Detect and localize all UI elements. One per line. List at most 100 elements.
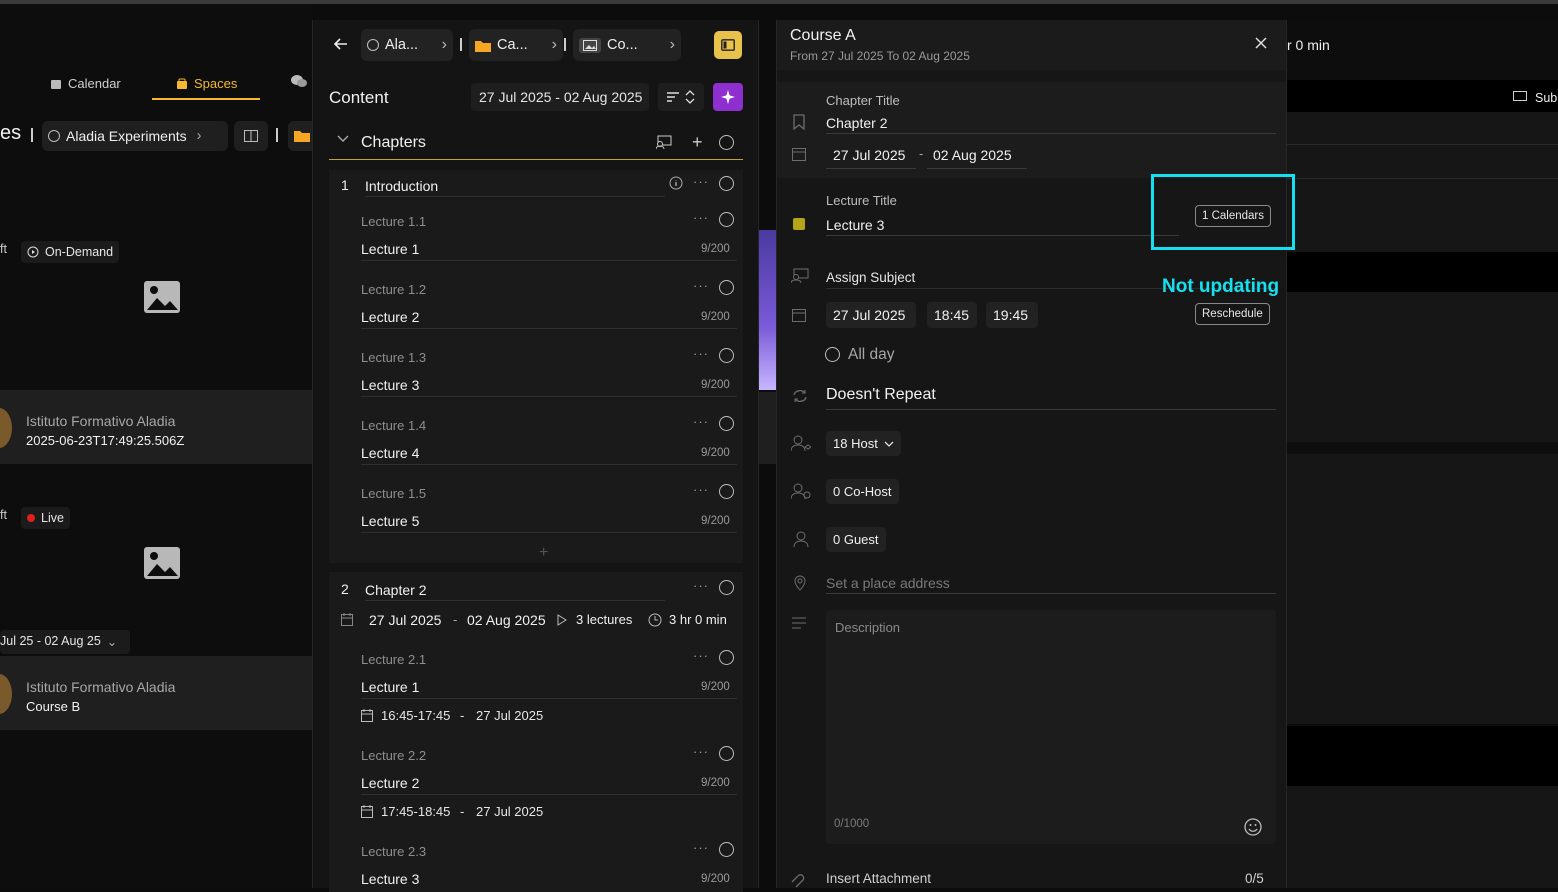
start-time-field[interactable]: 18:45 [927,302,977,328]
select-all-checkbox[interactable] [719,135,734,150]
nav-tab-calendar[interactable]: Calendar [50,76,121,91]
insert-attachment-button[interactable]: Insert Attachment [826,871,931,886]
chevron-down-icon: ⌄ [106,635,118,649]
lecture-item[interactable]: Lecture 1.3 ··· Lecture 3 9/200 [329,344,743,412]
assign-subject-icon[interactable] [656,135,672,149]
lecture-name[interactable]: Lecture 2 [361,309,419,325]
guest-icon [793,531,809,547]
lecture-checkbox[interactable] [719,650,734,665]
tag-prefix: ft [0,242,7,256]
lecture-code: Lecture 2.2 [361,748,427,763]
sort-button[interactable] [658,83,704,111]
ai-magic-button[interactable] [713,83,743,111]
badge-label: On-Demand [45,245,114,259]
more-icon[interactable]: ··· [693,174,709,189]
close-icon[interactable] [1255,37,1267,49]
assign-subject-button[interactable]: Assign Subject [826,270,915,285]
calendar-icon [792,308,806,322]
chapter-start-date[interactable]: 27 Jul 2025 [833,147,905,163]
more-icon[interactable]: ··· [693,648,709,663]
date-range-field[interactable]: 27 Jul 2025 - 02 Aug 2025 [471,83,649,111]
chapter-checkbox[interactable] [719,176,734,191]
lecture-name[interactable]: Lecture 4 [361,445,419,461]
lecture-item[interactable]: Lecture 1.4 ··· Lecture 4 9/200 [329,412,743,480]
more-icon[interactable]: ··· [693,578,709,593]
lecture-item[interactable]: Lecture 2.2 ··· Lecture 2 9/200 17:45-18… [329,742,743,838]
lecture-item[interactable]: Lecture 1.1 ··· Lecture 1 9/200 [329,208,743,276]
list-item[interactable]: Istituto Formativo Aladia 2025-06-23T17:… [0,390,312,464]
lecture-checkbox[interactable] [719,212,734,227]
description-textarea[interactable]: Description 0/1000 [826,610,1276,844]
lecture-checkbox[interactable] [719,348,734,363]
end-time-field[interactable]: 19:45 [986,302,1038,328]
repeat-select[interactable]: Doesn't Repeat [826,386,936,404]
info-icon[interactable] [669,176,683,190]
more-icon[interactable]: ··· [693,840,709,855]
back-button[interactable] [333,36,349,52]
chapter-title-underline [365,600,665,601]
lecture-checkbox[interactable] [719,416,734,431]
lecture-checkbox[interactable] [719,280,734,295]
lecture-time: 17:45-18:45 [381,804,451,819]
add-lecture-icon[interactable]: + [539,544,548,562]
lecture-name[interactable]: Lecture 1 [361,679,419,695]
chapter-checkbox[interactable] [719,580,734,595]
chapter-number: 2 [341,581,349,597]
lecture-checkbox[interactable] [719,484,734,499]
lecture-item[interactable]: Lecture 1.5 ··· Lecture 5 9/200 [329,480,743,548]
divider [361,532,737,533]
toggle-sidebar-button[interactable] [714,31,742,59]
lecture-name[interactable]: Lecture 1 [361,241,419,257]
nav-tab-spaces[interactable]: Spaces [176,76,237,91]
lecture-name[interactable]: Lecture 3 [361,377,419,393]
calendars-button[interactable]: 1 Calendars [1195,205,1272,227]
cohost-count[interactable]: 0 Co-Host [826,479,899,504]
org-name: Istituto Formativo Aladia [26,413,176,429]
chapter-section: 1 Introduction ··· Lecture 1.1 ··· Lectu… [329,170,743,563]
more-icon[interactable]: ··· [693,210,709,225]
reschedule-button[interactable]: Reschedule [1195,303,1270,325]
date-range-select[interactable]: Jul 25 - 02 Aug 25 ⌄ [0,630,130,654]
add-chapter-icon[interactable]: + [692,132,703,153]
more-icon[interactable]: ··· [693,482,709,497]
place-address-input[interactable]: Set a place address [826,575,950,591]
lecture-checkbox[interactable] [719,842,734,857]
more-icon[interactable]: ··· [693,346,709,361]
guest-count[interactable]: 0 Guest [826,527,886,552]
nav-tab-label: Calendar [68,76,121,91]
chat-icon[interactable] [291,74,307,88]
chapter-end-date[interactable]: 02 Aug 2025 [467,612,546,628]
breadcrumb-category[interactable]: Ca... › [469,29,563,61]
input-underline [826,409,1276,410]
breadcrumb-space[interactable]: Aladia Experiments › [42,121,228,151]
chapter-start-date[interactable]: 27 Jul 2025 [369,612,441,628]
chapter-title[interactable]: Introduction [365,178,438,194]
chevron-down-icon[interactable] [337,135,349,143]
breadcrumb-space[interactable]: Ala... › [361,29,453,61]
panel-toggle-button[interactable] [234,121,268,151]
emoji-icon[interactable] [1244,818,1262,836]
lecture-color-swatch[interactable] [793,218,805,230]
host-select[interactable]: 18 Host [826,431,901,456]
chapter-end-date[interactable]: 02 Aug 2025 [933,147,1012,163]
lecture-checkbox[interactable] [719,746,734,761]
breadcrumb-folder[interactable] [288,121,312,151]
breadcrumb-course[interactable]: Co... › [573,29,681,61]
lecture-item[interactable]: Lecture 2.1 ··· Lecture 1 9/200 16:45-17… [329,646,743,742]
chapter-title-input[interactable]: Chapter 2 [826,115,887,131]
more-icon[interactable]: ··· [693,414,709,429]
lecture-name[interactable]: Lecture 5 [361,513,419,529]
all-day-checkbox[interactable] [825,347,840,362]
page-title: es [0,122,22,144]
lecture-title-input[interactable]: Lecture 3 [826,217,884,233]
lecture-item[interactable]: Lecture 2.3 ··· Lecture 3 9/200 [329,838,743,892]
more-icon[interactable]: ··· [693,278,709,293]
lecture-date-field[interactable]: 27 Jul 2025 [826,302,916,328]
image-placeholder-icon [143,546,181,580]
lecture-item[interactable]: Lecture 1.2 ··· Lecture 2 9/200 [329,276,743,344]
chapter-title[interactable]: Chapter 2 [365,582,426,598]
more-icon[interactable]: ··· [693,744,709,759]
lecture-name[interactable]: Lecture 2 [361,775,419,791]
lecture-name[interactable]: Lecture 3 [361,871,419,887]
list-item[interactable]: Istituto Formativo Aladia Course B [0,656,312,730]
